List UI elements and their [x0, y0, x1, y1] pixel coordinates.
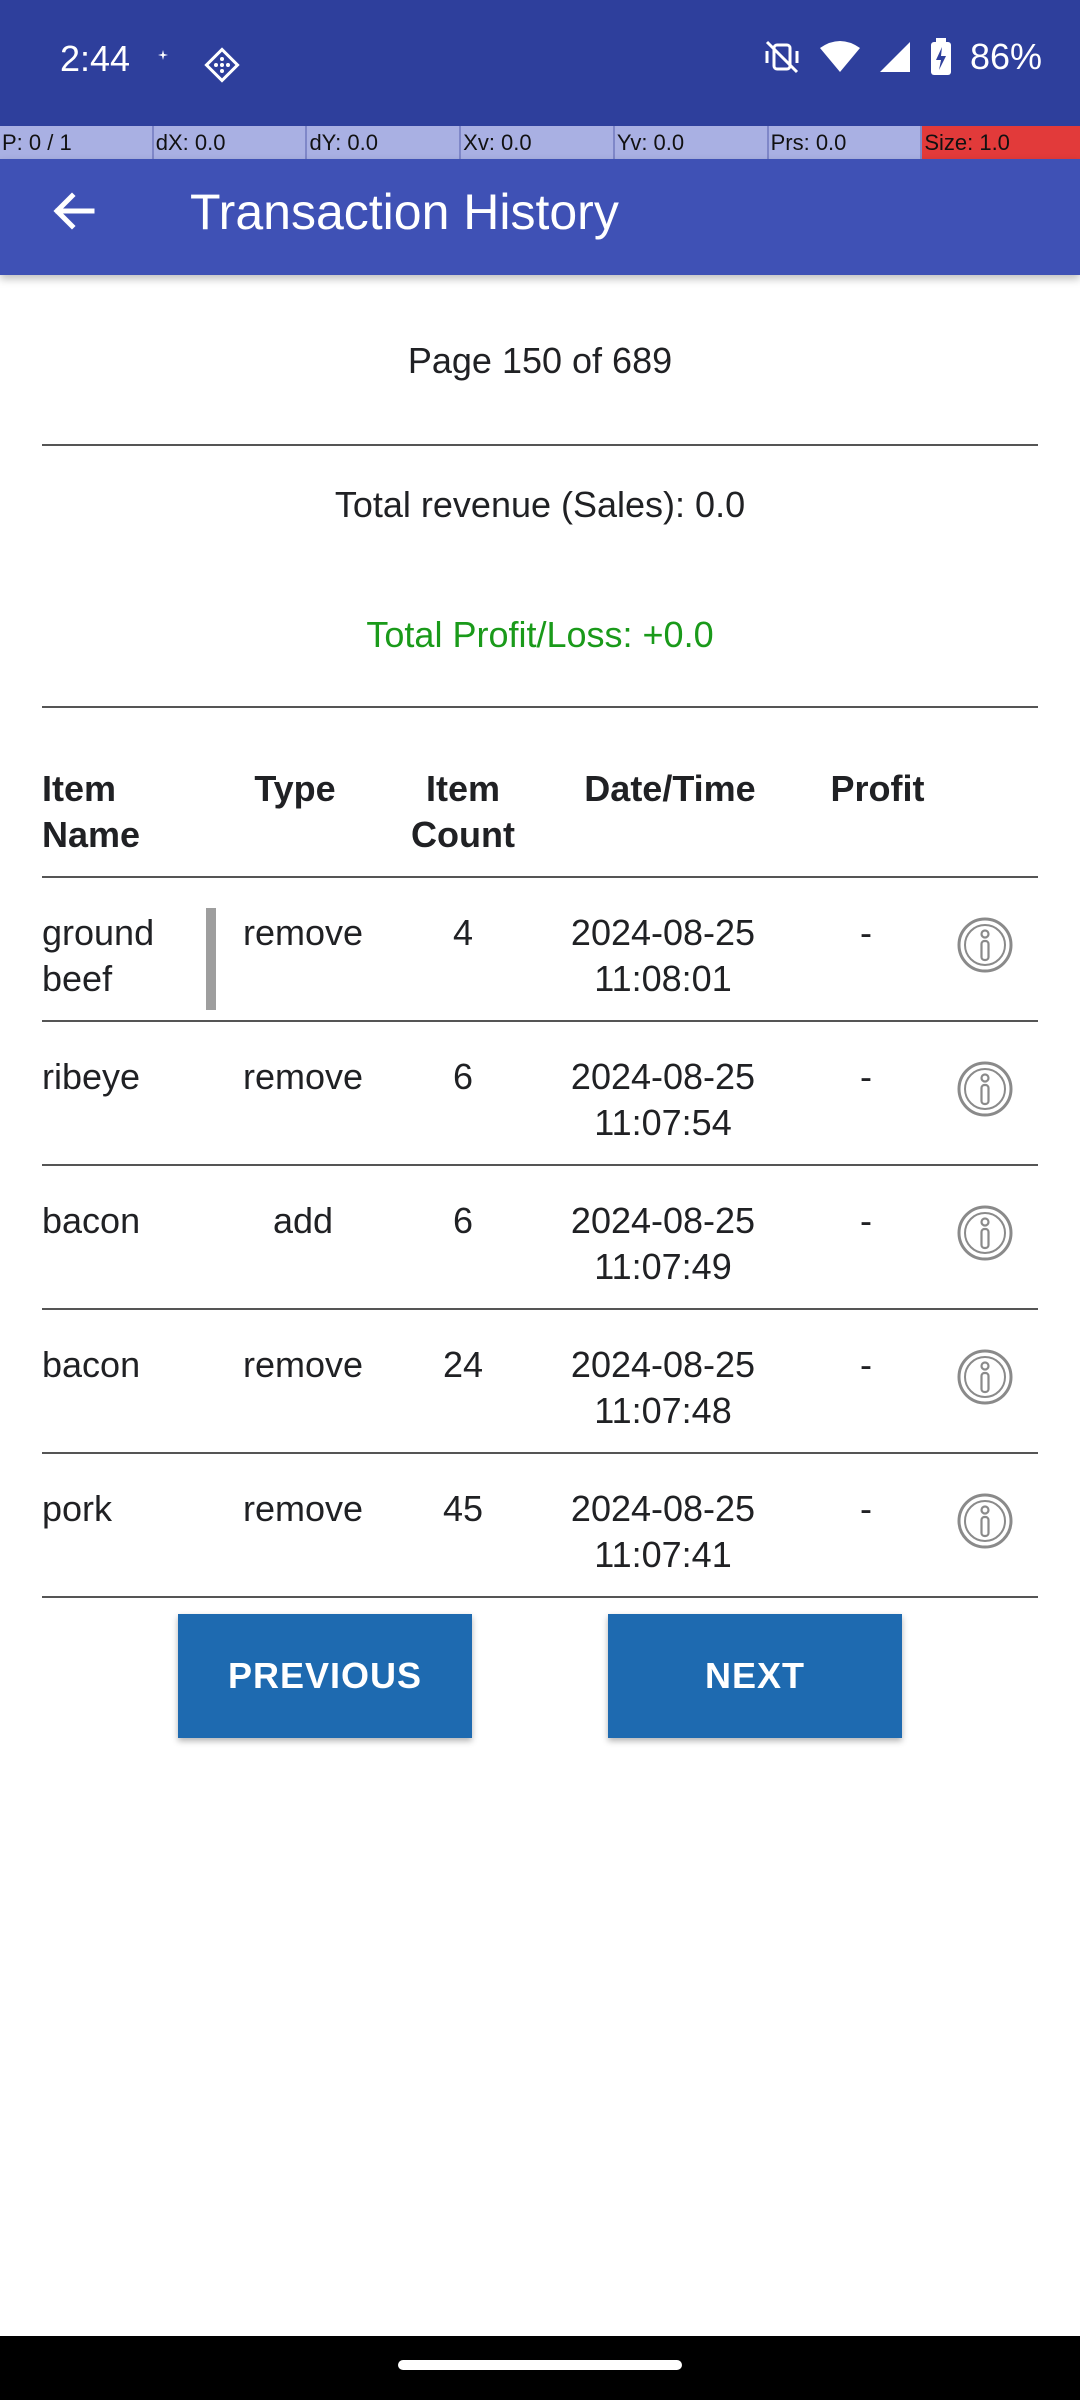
status-time: 2:44	[60, 38, 131, 79]
cell-profit: -	[860, 912, 872, 953]
page-indicator: Page 150 of 689	[407, 340, 673, 381]
cell-item-count: 6	[452, 1200, 474, 1241]
info-icon[interactable]	[956, 1492, 1014, 1550]
home-gesture-handle[interactable]	[398, 2360, 682, 2370]
cell-datetime: 2024-08-25 11:07:49	[570, 1200, 756, 1287]
divider	[42, 1308, 1038, 1310]
debug-pressure: Prs: 0.0	[768, 126, 923, 159]
divider	[42, 1596, 1038, 1598]
page-title: Transaction History	[190, 184, 619, 240]
previous-button[interactable]: PREVIOUS	[178, 1614, 472, 1738]
cell-type: add	[272, 1200, 334, 1241]
divider	[42, 1452, 1038, 1454]
cell-item-count: 4	[452, 912, 474, 953]
column-header-item-name: Item Name	[42, 768, 141, 855]
divider	[42, 1020, 1038, 1022]
cell-profit: -	[860, 1200, 872, 1241]
divider	[42, 1164, 1038, 1166]
wifi-icon	[819, 41, 860, 72]
battery-charging-icon	[930, 38, 951, 75]
column-header-item-count: Item Count	[411, 768, 515, 855]
cell-item-count: 6	[452, 1056, 474, 1097]
info-icon[interactable]	[956, 1204, 1014, 1262]
info-icon[interactable]	[956, 1348, 1014, 1406]
cell-datetime: 2024-08-25 11:07:54	[570, 1056, 756, 1143]
divider	[42, 876, 1038, 878]
debug-yv: Yv: 0.0	[614, 126, 769, 159]
cell-item-name: pork	[42, 1488, 113, 1529]
signal-icon	[879, 42, 910, 72]
cell-item-count: 45	[442, 1488, 484, 1529]
cell-datetime: 2024-08-25 11:08:01	[570, 912, 756, 999]
cell-type: remove	[242, 912, 364, 953]
next-button[interactable]: NEXT	[608, 1614, 902, 1738]
back-arrow-icon[interactable]	[44, 181, 104, 241]
cell-datetime: 2024-08-25 11:07:48	[570, 1344, 756, 1431]
column-header-datetime: Date/Time	[584, 768, 756, 809]
total-revenue: Total revenue (Sales): 0.0	[334, 484, 746, 525]
debug-dx: dX: 0.0	[153, 126, 308, 159]
system-nav-bar	[0, 2336, 1080, 2400]
divider	[42, 444, 1038, 446]
column-header-profit: Profit	[830, 768, 925, 809]
app-bar: Transaction History	[0, 159, 1080, 275]
info-icon[interactable]	[956, 1060, 1014, 1118]
cell-item-name: bacon	[42, 1344, 141, 1385]
pointer-debug-bar: P: 0 / 1 dX: 0.0 dY: 0.0 Xv: 0.0 Yv: 0.0…	[0, 126, 1080, 159]
sparkle-icon	[158, 50, 168, 60]
column-header-type: Type	[254, 768, 336, 809]
cell-item-name: ribeye	[42, 1056, 141, 1097]
app-notification-icon	[204, 47, 240, 83]
mute-vibrate-icon	[765, 40, 799, 74]
total-profit-loss: Total Profit/Loss: +0.0	[366, 614, 714, 655]
cell-type: remove	[242, 1056, 364, 1097]
cell-profit: -	[860, 1344, 872, 1385]
status-bar: 2:44 86%	[0, 0, 1080, 126]
cell-datetime: 2024-08-25 11:07:41	[570, 1488, 756, 1575]
divider	[42, 706, 1038, 708]
debug-dy: dY: 0.0	[307, 126, 462, 159]
cell-item-count: 24	[442, 1344, 484, 1385]
cell-profit: -	[860, 1056, 872, 1097]
cell-item-name: ground beef	[42, 912, 155, 999]
scrollbar-thumb[interactable]	[206, 908, 216, 1010]
cell-profit: -	[860, 1488, 872, 1529]
debug-pointer: P: 0 / 1	[0, 126, 154, 159]
cell-item-name: bacon	[42, 1200, 141, 1241]
battery-percent: 86%	[969, 36, 1042, 77]
debug-xv: Xv: 0.0	[461, 126, 615, 159]
info-icon[interactable]	[956, 916, 1014, 974]
cell-type: remove	[242, 1344, 364, 1385]
cell-type: remove	[242, 1488, 364, 1529]
debug-size: Size: 1.0	[922, 126, 1080, 159]
